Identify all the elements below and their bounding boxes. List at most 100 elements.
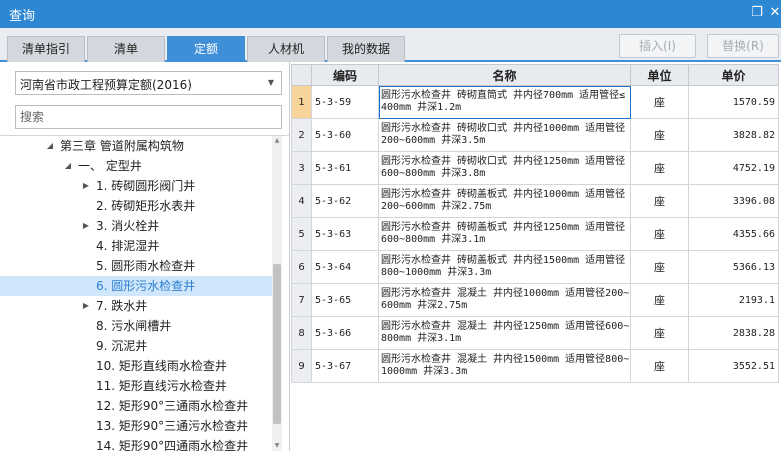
tree-item[interactable]: ◢ 第三章 管道附属构筑物	[0, 136, 272, 156]
price-cell[interactable]: 4752.19	[688, 151, 779, 185]
unit-cell[interactable]: 座	[630, 250, 689, 284]
collapse-icon[interactable]: ◢	[44, 136, 56, 156]
tab-my-data[interactable]: 我的数据	[327, 36, 405, 62]
table-row[interactable]: 9 5-3-67 圆形污水检查井 混凝土 井内径1500mm 适用管径800~100…	[291, 349, 779, 383]
tree-item[interactable]: 4. 排泥湿井	[0, 236, 272, 256]
code-cell[interactable]: 5-3-62	[311, 184, 379, 218]
tree-item[interactable]: ◢ 一、 定型井	[0, 156, 272, 176]
tree-item[interactable]: ▶ 1. 砖砌圆形阀门井	[0, 176, 272, 196]
row-number[interactable]: 8	[291, 316, 312, 350]
name-cell[interactable]: 圆形污水检查井 混凝土 井内径1250mm 适用管径600~800mm 井深3.…	[378, 316, 631, 350]
row-number[interactable]: 6	[291, 250, 312, 284]
price-cell[interactable]: 3396.08	[688, 184, 779, 218]
code-cell[interactable]: 5-3-64	[311, 250, 379, 284]
price-cell[interactable]: 5366.13	[688, 250, 779, 284]
table-row[interactable]: 8 5-3-66 圆形污水检查井 混凝土 井内径1250mm 适用管径600~800…	[291, 316, 779, 350]
column-header-code[interactable]: 编码	[311, 64, 379, 86]
results-panel: 编码 名称 单位 单价 1 5-3-59 圆形污水检查井 砖砌直筒式 井内径700m…	[291, 62, 781, 451]
tree-item[interactable]: 5. 圆形雨水检查井	[0, 256, 272, 276]
price-cell[interactable]: 2193.1	[688, 283, 779, 317]
code-cell[interactable]: 5-3-66	[311, 316, 379, 350]
restore-icon[interactable]: ❐	[749, 3, 765, 23]
tab-bill-guide[interactable]: 清单指引	[7, 36, 85, 62]
row-number[interactable]: 9	[291, 349, 312, 383]
unit-cell[interactable]: 座	[630, 283, 689, 317]
expand-icon[interactable]: ▶	[80, 296, 92, 316]
tree-item[interactable]: 6. 圆形污水检查井	[0, 276, 272, 296]
unit-cell[interactable]: 座	[630, 316, 689, 350]
column-header-price[interactable]: 单价	[688, 64, 779, 86]
replace-button[interactable]: 替换(R)	[707, 34, 779, 58]
table-row[interactable]: 6 5-3-64 圆形污水检查井 砖砌盖板式 井内径1500mm 适用管径800~1…	[291, 250, 779, 284]
code-cell[interactable]: 5-3-61	[311, 151, 379, 185]
unit-cell[interactable]: 座	[630, 217, 689, 251]
library-select[interactable]: 河南省市政工程预算定额(2016) ▼	[15, 71, 282, 95]
code-cell[interactable]: 5-3-65	[311, 283, 379, 317]
tree-item[interactable]: 10. 矩形直线雨水检查井	[0, 356, 272, 376]
tree-item[interactable]: ▶ 7. 跌水井	[0, 296, 272, 316]
tree-item[interactable]: 13. 矩形90°三通污水检查井	[0, 416, 272, 436]
column-header-unit[interactable]: 单位	[630, 64, 689, 86]
row-number[interactable]: 1	[291, 85, 312, 119]
tree-item[interactable]: 12. 矩形90°三通雨水检查井	[0, 396, 272, 416]
price-cell[interactable]: 2838.28	[688, 316, 779, 350]
expand-icon[interactable]: ▶	[80, 216, 92, 236]
name-cell[interactable]: 圆形污水检查井 砖砌盖板式 井内径1500mm 适用管径800~1000mm 井…	[378, 250, 631, 284]
code-cell[interactable]: 5-3-59	[311, 85, 379, 119]
table-row[interactable]: 5 5-3-63 圆形污水检查井 砖砌盖板式 井内径1250mm 适用管径600~8…	[291, 217, 779, 251]
tree-item[interactable]: 8. 污水闸槽井	[0, 316, 272, 336]
name-cell[interactable]: 圆形污水检查井 混凝土 井内径1000mm 适用管径200~600mm 井深2.…	[378, 283, 631, 317]
name-cell[interactable]: 圆形污水检查井 砖砌直筒式 井内径700mm 适用管径≤400mm 井深1.2m	[378, 85, 631, 119]
tree-item[interactable]: 9. 沉泥井	[0, 336, 272, 356]
row-number[interactable]: 3	[291, 151, 312, 185]
unit-cell[interactable]: 座	[630, 184, 689, 218]
row-number[interactable]: 5	[291, 217, 312, 251]
price-cell[interactable]: 1570.59	[688, 85, 779, 119]
tree-item[interactable]: 14. 矩形90°四通雨水检查井	[0, 436, 272, 451]
tree-item[interactable]: 11. 矩形直线污水检查井	[0, 376, 272, 396]
row-number[interactable]: 2	[291, 118, 312, 152]
tree-item-label: 2. 砖砌矩形水表井	[96, 199, 196, 213]
name-cell[interactable]: 圆形污水检查井 砖砌收口式 井内径1000mm 适用管径200~600mm 井深…	[378, 118, 631, 152]
table-row[interactable]: 4 5-3-62 圆形污水检查井 砖砌盖板式 井内径1000mm 适用管径200~6…	[291, 184, 779, 218]
code-cell[interactable]: 5-3-63	[311, 217, 379, 251]
price-cell[interactable]: 3552.51	[688, 349, 779, 383]
name-cell[interactable]: 圆形污水检查井 混凝土 井内径1500mm 适用管径800~1000mm 井深3…	[378, 349, 631, 383]
name-cell[interactable]: 圆形污水检查井 砖砌收口式 井内径1250mm 适用管径600~800mm 井深…	[378, 151, 631, 185]
price-cell[interactable]: 3828.82	[688, 118, 779, 152]
code-cell[interactable]: 5-3-60	[311, 118, 379, 152]
price-cell[interactable]: 4355.66	[688, 217, 779, 251]
tab-bill[interactable]: 清单	[87, 36, 165, 62]
tree-item-label: 11. 矩形直线污水检查井	[96, 379, 227, 393]
tree-item[interactable]: 2. 砖砌矩形水表井	[0, 196, 272, 216]
unit-cell[interactable]: 座	[630, 349, 689, 383]
insert-button[interactable]: 插入(I)	[619, 34, 696, 58]
name-cell[interactable]: 圆形污水检查井 砖砌盖板式 井内径1250mm 适用管径600~800mm 井深…	[378, 217, 631, 251]
table-row[interactable]: 3 5-3-61 圆形污水检查井 砖砌收口式 井内径1250mm 适用管径600~8…	[291, 151, 779, 185]
expand-icon[interactable]: ▶	[80, 176, 92, 196]
table-row[interactable]: 1 5-3-59 圆形污水检查井 砖砌直筒式 井内径700mm 适用管径≤400mm…	[291, 85, 779, 119]
tab-quota[interactable]: 定额	[167, 36, 245, 62]
unit-cell[interactable]: 座	[630, 118, 689, 152]
close-icon[interactable]: ✕	[767, 3, 781, 23]
code-cell[interactable]: 5-3-67	[311, 349, 379, 383]
row-number[interactable]: 7	[291, 283, 312, 317]
chevron-down-icon[interactable]: ▼	[264, 75, 278, 91]
collapse-icon[interactable]: ◢	[62, 156, 74, 176]
search-input[interactable]	[15, 105, 282, 129]
scroll-down-icon[interactable]: ▼	[272, 441, 282, 451]
row-number[interactable]: 4	[291, 184, 312, 218]
unit-cell[interactable]: 座	[630, 85, 689, 119]
table-row[interactable]: 2 5-3-60 圆形污水检查井 砖砌收口式 井内径1000mm 适用管径200~6…	[291, 118, 779, 152]
tab-labor-material[interactable]: 人材机	[247, 36, 325, 62]
scrollbar-thumb[interactable]	[273, 264, 281, 424]
column-header-name[interactable]: 名称	[378, 64, 631, 86]
name-cell[interactable]: 圆形污水检查井 砖砌盖板式 井内径1000mm 适用管径200~600mm 井深…	[378, 184, 631, 218]
tree-scrollbar[interactable]: ▲ ▼	[272, 136, 282, 451]
tree-item[interactable]: ▶ 3. 消火栓井	[0, 216, 272, 236]
unit-cell[interactable]: 座	[630, 151, 689, 185]
scroll-up-icon[interactable]: ▲	[272, 136, 282, 146]
table-row[interactable]: 7 5-3-65 圆形污水检查井 混凝土 井内径1000mm 适用管径200~600…	[291, 283, 779, 317]
